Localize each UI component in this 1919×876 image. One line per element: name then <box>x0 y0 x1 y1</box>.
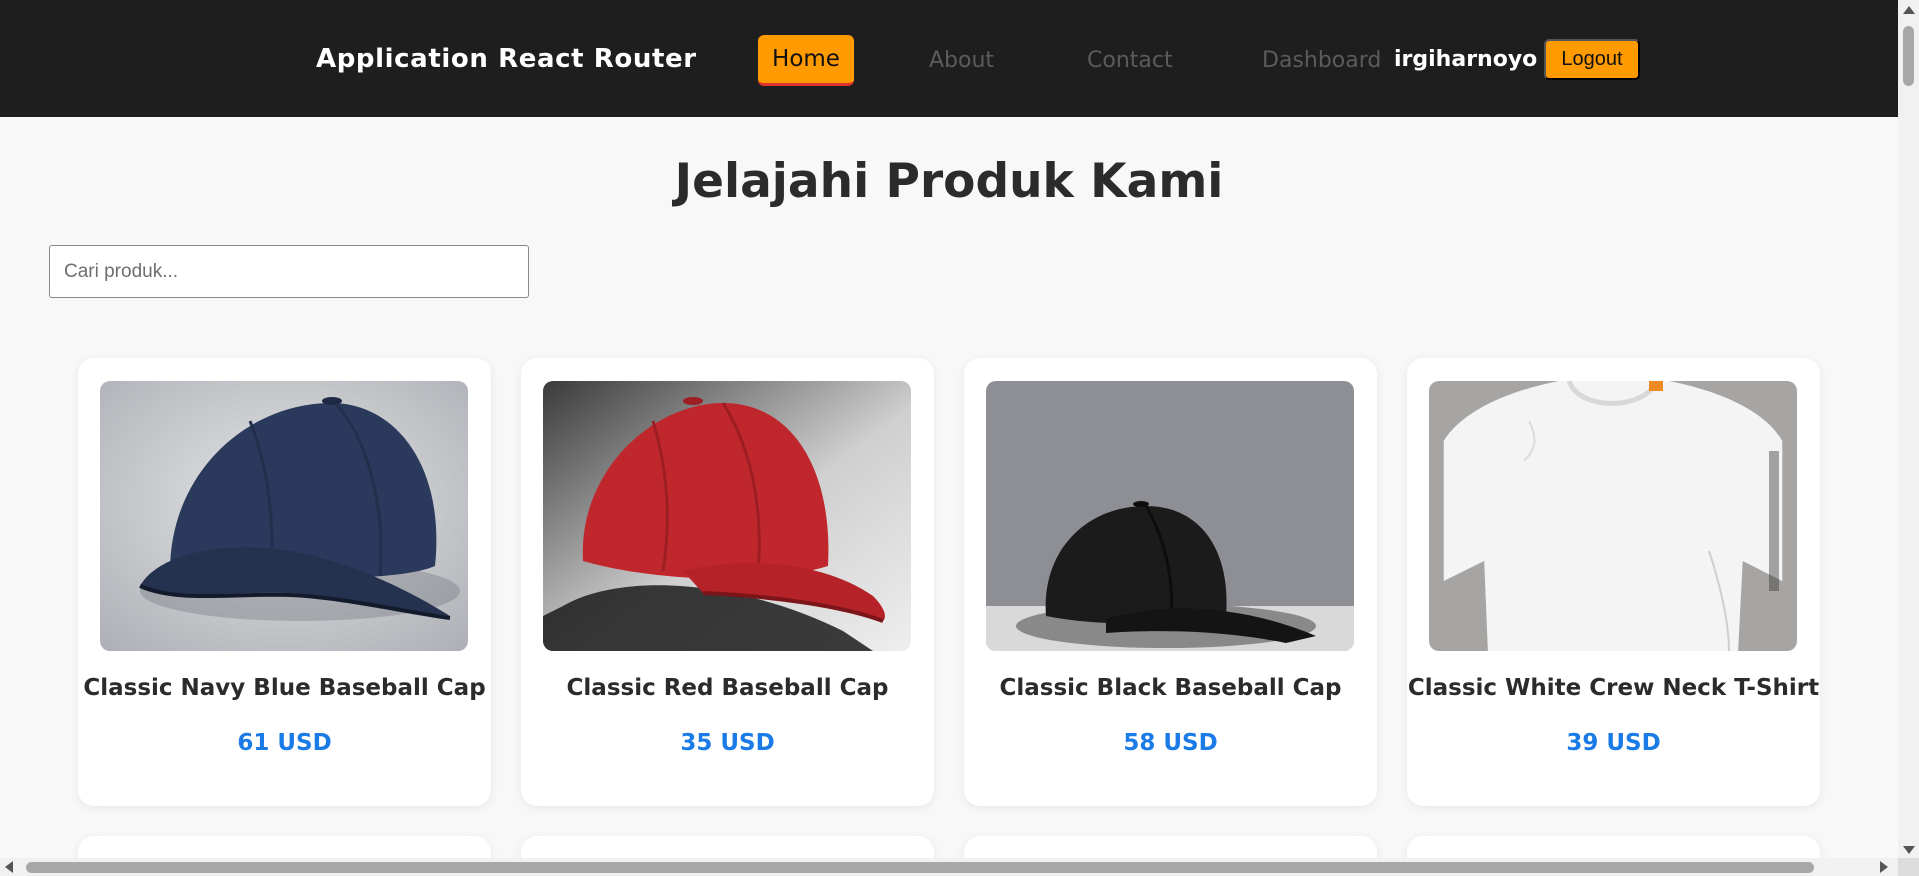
nav-link-about[interactable]: About <box>929 48 994 73</box>
page-title: Jelajahi Produk Kami <box>674 154 1224 209</box>
nav-link-contact[interactable]: Contact <box>1087 48 1173 73</box>
nav-link-dashboard[interactable]: Dashboard <box>1262 48 1381 73</box>
nav-link-home[interactable]: Home <box>758 35 854 86</box>
product-price: 61 USD <box>237 730 332 756</box>
vertical-scroll-thumb[interactable] <box>1903 26 1914 86</box>
brand-title[interactable]: Application React Router <box>316 44 697 74</box>
horizontal-scroll-thumb[interactable] <box>26 862 1814 873</box>
product-name[interactable]: Classic Navy Blue Baseball Cap <box>78 675 491 701</box>
scroll-right-arrow-icon[interactable] <box>1880 861 1888 873</box>
product-price: 39 USD <box>1566 730 1661 756</box>
search-input[interactable] <box>49 245 529 298</box>
product-card[interactable]: Classic Black Baseball Cap 58 USD <box>964 358 1377 806</box>
logout-button[interactable]: Logout <box>1544 39 1640 80</box>
username-label: irgiharnoyo <box>1394 47 1538 72</box>
scrollbar-corner <box>1898 858 1919 876</box>
navbar: Application React Router Home About Cont… <box>0 0 1898 117</box>
vertical-scrollbar[interactable] <box>1898 0 1919 858</box>
product-card[interactable]: Classic Navy Blue Baseball Cap 61 USD <box>78 358 491 806</box>
horizontal-scrollbar[interactable] <box>0 858 1919 876</box>
product-name[interactable]: Classic White Crew Neck T-Shirt <box>1407 675 1820 701</box>
product-name[interactable]: Classic Black Baseball Cap <box>964 675 1377 701</box>
scroll-down-arrow-icon[interactable] <box>1903 846 1915 854</box>
product-card[interactable]: Classic White Crew Neck T-Shirt 39 USD <box>1407 358 1820 806</box>
product-card[interactable]: Classic Red Baseball Cap 35 USD <box>521 358 934 806</box>
navy-cap-image[interactable] <box>100 381 468 651</box>
white-tshirt-image[interactable] <box>1429 381 1797 651</box>
product-price: 35 USD <box>680 730 775 756</box>
red-cap-image[interactable] <box>543 381 911 651</box>
product-name[interactable]: Classic Red Baseball Cap <box>521 675 934 701</box>
black-cap-image[interactable] <box>986 381 1354 651</box>
scroll-left-arrow-icon[interactable] <box>5 861 13 873</box>
product-price: 58 USD <box>1123 730 1218 756</box>
scroll-up-arrow-icon[interactable] <box>1903 6 1915 14</box>
